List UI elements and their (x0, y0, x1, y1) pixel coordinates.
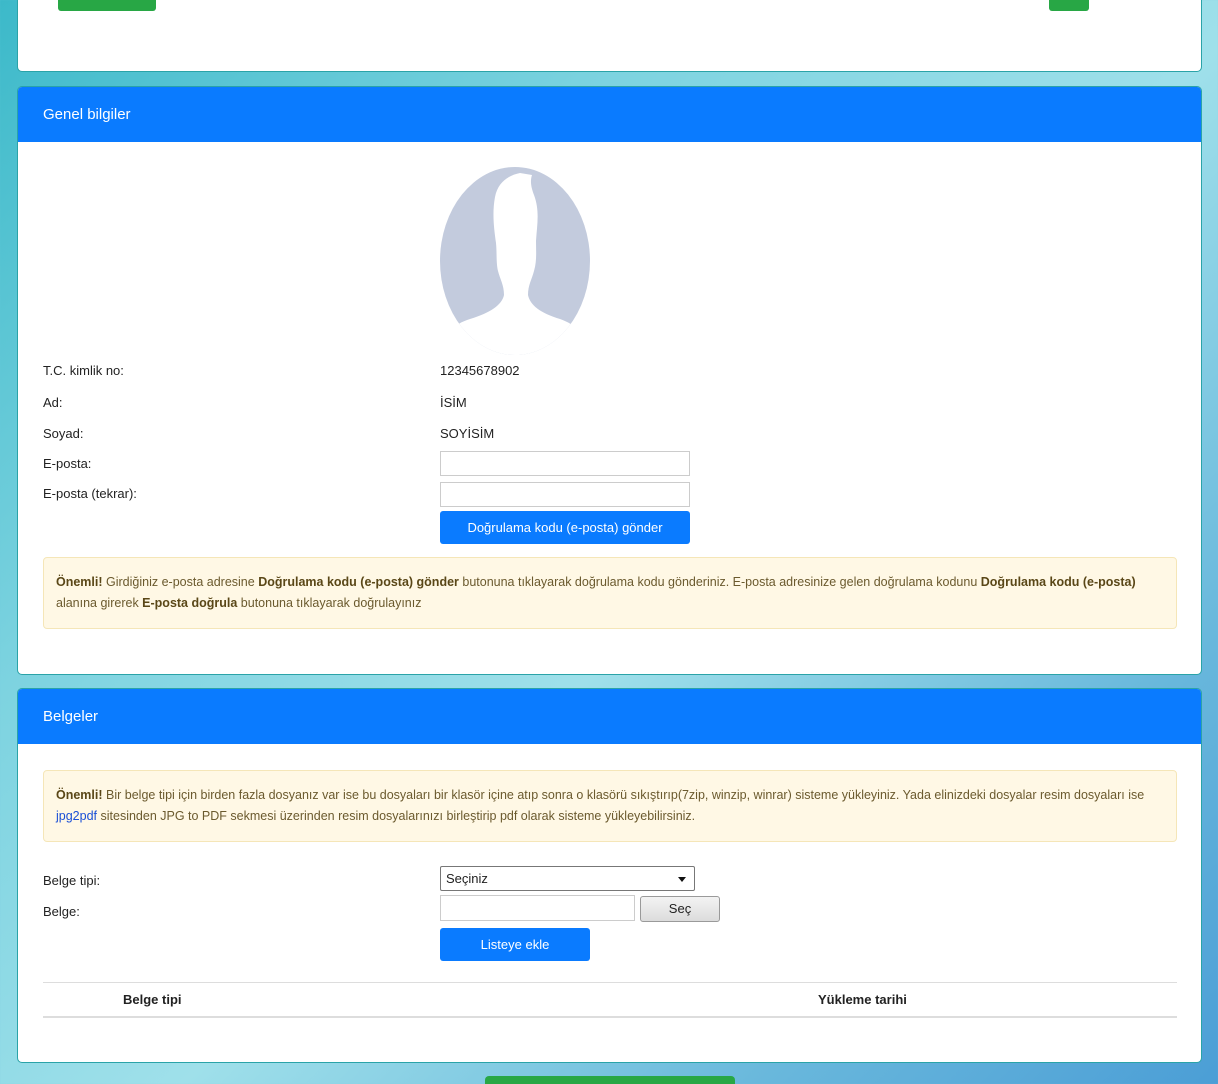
top-left-green-button[interactable] (58, 0, 156, 11)
document-type-selected: Seçiniz (446, 871, 488, 886)
ad-label: Ad: (43, 395, 63, 410)
tc-label: T.C. kimlik no: (43, 363, 124, 378)
email-field[interactable] (440, 451, 690, 476)
alert-text: Girdiğiniz e-posta adresine (102, 575, 259, 589)
email-label: E-posta: (43, 456, 92, 471)
alert-text: Bir belge tipi için birden fazla dosyanı… (102, 788, 1145, 802)
alert-text: butonuna tıklayarak doğrulayınız (237, 596, 422, 610)
alert-text: alanına girerek (56, 596, 143, 610)
send-verification-code-button[interactable]: Doğrulama kodu (e-posta) gönder (440, 511, 690, 544)
alert-strong: Önemli! (56, 788, 103, 802)
ad-value: İSİM (440, 395, 467, 410)
submit-button[interactable] (485, 1076, 735, 1084)
documents-panel: Belgeler Önemli! Bir belge tipi için bir… (17, 688, 1202, 1063)
user-silhouette-icon (440, 167, 590, 355)
top-panel (17, 0, 1202, 72)
email-verification-alert: Önemli! Girdiğiniz e-posta adresine Doğr… (43, 557, 1177, 629)
table-header-document-type: Belge tipi (123, 992, 182, 1007)
documents-alert: Önemli! Bir belge tipi için birden fazla… (43, 770, 1177, 842)
alert-bold: Doğrulama kodu (e-posta) (980, 575, 1136, 589)
browse-file-button[interactable]: Seç (640, 896, 720, 922)
alert-strong: Önemli! (56, 575, 103, 589)
email-repeat-label: E-posta (tekrar): (43, 486, 137, 501)
documents-table-header: Belge tipi Yükleme tarihi (43, 982, 1177, 1018)
general-info-heading: Genel bilgiler (18, 87, 1201, 142)
top-right-green-button[interactable] (1049, 0, 1089, 11)
jpg2pdf-link[interactable]: jpg2pdf (56, 809, 97, 823)
document-file-label: Belge: (43, 904, 80, 919)
table-header-upload-date: Yükleme tarihi (818, 992, 907, 1007)
soyad-label: Soyad: (43, 426, 84, 441)
document-type-select[interactable]: Seçiniz (440, 866, 695, 891)
tc-value: 12345678902 (440, 363, 520, 378)
alert-bold: Doğrulama kodu (e-posta) gönder (258, 575, 459, 589)
documents-heading: Belgeler (18, 689, 1201, 744)
add-to-list-button[interactable]: Listeye ekle (440, 928, 590, 961)
email-repeat-field[interactable] (440, 482, 690, 507)
alert-text: sitesinden JPG to PDF sekmesi üzerinden … (97, 809, 696, 823)
soyad-value: SOYİSİM (440, 426, 495, 441)
alert-text: butonuna tıklayarak doğrulama kodu gönde… (458, 575, 981, 589)
document-type-label: Belge tipi: (43, 873, 101, 888)
general-info-panel: Genel bilgiler T.C. kimlik no: 123456789… (17, 86, 1202, 675)
chevron-down-icon (678, 877, 686, 882)
alert-bold: E-posta doğrula (142, 596, 238, 610)
document-file-input[interactable] (440, 895, 635, 921)
